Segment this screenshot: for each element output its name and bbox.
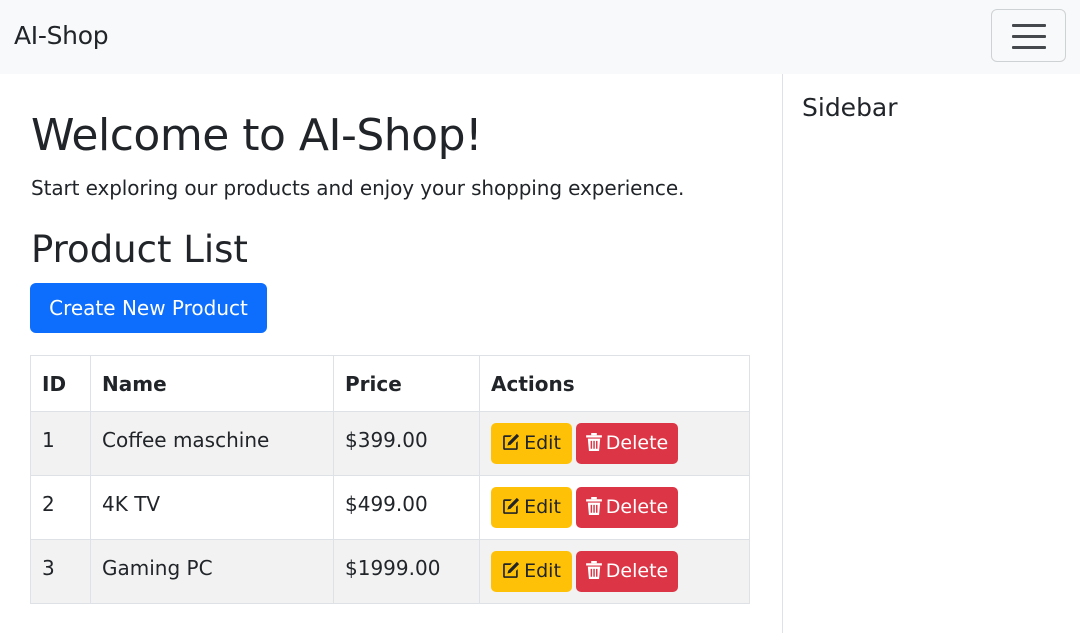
delete-label: Delete [605, 496, 669, 518]
column-header-name: Name [90, 355, 334, 412]
delete-button[interactable]: Delete [576, 487, 678, 528]
cell-actions: Edit Delete [479, 539, 750, 604]
edit-icon [503, 497, 520, 514]
cell-id: 1 [30, 411, 91, 476]
product-list-title: Product List [31, 228, 248, 271]
edit-label: Edit [524, 432, 561, 454]
trash-icon [585, 560, 602, 579]
table-row: 2 4K TV $499.00 Edit Delete [30, 475, 750, 540]
navbar: AI-Shop [0, 0, 1080, 74]
cell-price: $499.00 [333, 475, 480, 540]
cell-price: $1999.00 [333, 539, 480, 604]
cell-price: $399.00 [333, 411, 480, 476]
delete-label: Delete [605, 432, 669, 454]
edit-button[interactable]: Edit [491, 423, 572, 464]
cell-id: 2 [30, 475, 91, 540]
edit-button[interactable]: Edit [491, 487, 572, 528]
trash-icon [585, 496, 602, 515]
cell-id: 3 [30, 539, 91, 604]
brand-link[interactable]: AI-Shop [14, 18, 109, 54]
column-header-price: Price [333, 355, 480, 412]
edit-button[interactable]: Edit [491, 551, 572, 592]
cell-name: Coffee maschine [90, 411, 334, 476]
main-content: Welcome to AI-Shop! Start exploring our … [0, 74, 782, 633]
cell-name: 4K TV [90, 475, 334, 540]
navbar-toggler-button[interactable] [991, 9, 1066, 62]
cell-actions: Edit Delete [479, 475, 750, 540]
column-header-id: ID [30, 355, 91, 412]
edit-label: Edit [524, 560, 561, 582]
delete-button[interactable]: Delete [576, 423, 678, 464]
welcome-title: Welcome to AI-Shop! [31, 110, 483, 161]
sidebar-title: Sidebar [802, 93, 898, 122]
cell-name: Gaming PC [90, 539, 334, 604]
delete-label: Delete [605, 560, 669, 582]
table-header-row: ID Name Price Actions [30, 355, 750, 412]
welcome-text: Start exploring our products and enjoy y… [31, 176, 685, 200]
cell-actions: Edit Delete [479, 411, 750, 476]
edit-icon [503, 433, 520, 450]
sidebar: Sidebar [782, 74, 1080, 633]
table-row: 3 Gaming PC $1999.00 Edit Delete [30, 539, 750, 604]
create-product-button[interactable]: Create New Product [30, 283, 267, 333]
product-table: ID Name Price Actions 1 Coffee maschine … [30, 355, 750, 604]
table-row: 1 Coffee maschine $399.00 Edit Delete [30, 411, 750, 476]
delete-button[interactable]: Delete [576, 551, 678, 592]
edit-label: Edit [524, 496, 561, 518]
trash-icon [585, 432, 602, 451]
column-header-actions: Actions [479, 355, 750, 412]
edit-icon [503, 561, 520, 578]
